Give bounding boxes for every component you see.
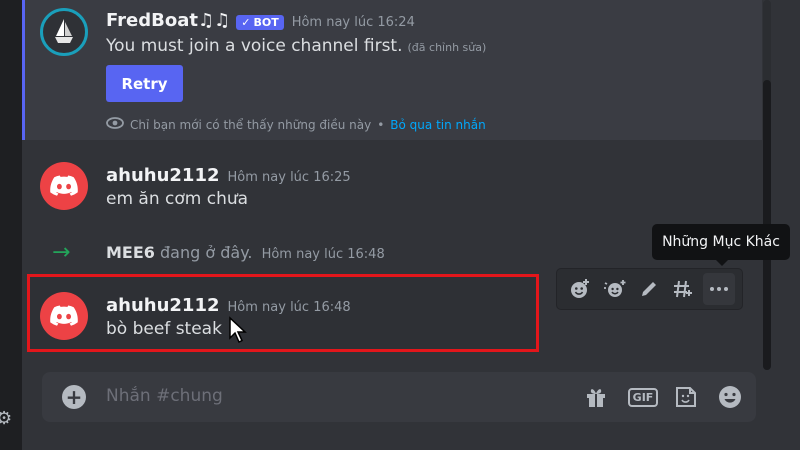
emoji-icon[interactable] <box>716 384 744 410</box>
message-composer[interactable]: + Nhắn #chung GIF <box>42 372 756 422</box>
gif-label: GIF <box>627 387 659 407</box>
message-header: ahuhu2112 Hôm nay lúc 16:48 <box>106 295 351 316</box>
server-sidebar-edge: ⚙ <box>0 0 22 450</box>
username[interactable]: FredBoat♫♫ <box>106 10 230 31</box>
timestamp: Hôm nay lúc 16:25 <box>227 170 351 185</box>
message-content: bò beef steak <box>106 319 222 339</box>
message-content: You must join a voice channel first. (đã… <box>106 36 486 56</box>
bot-avatar[interactable] <box>40 8 88 56</box>
thread-icon[interactable] <box>668 273 700 305</box>
gif-picker-button[interactable]: GIF <box>626 384 660 410</box>
plus-icon[interactable]: + <box>62 385 86 409</box>
gift-icon[interactable] <box>582 384 610 410</box>
bot-badge-label: BOT <box>253 16 279 29</box>
sticker-icon[interactable] <box>672 384 700 410</box>
mouse-cursor-icon <box>229 316 247 344</box>
discord-logo-icon <box>50 175 78 196</box>
super-reaction-icon[interactable] <box>599 273 631 305</box>
username[interactable]: ahuhu2112 <box>106 295 220 316</box>
ephemeral-text: Chỉ bạn mới có thể thấy những điều này <box>130 117 372 132</box>
edited-label: (đã chỉnh sửa) <box>407 41 487 54</box>
timestamp: Hôm nay lúc 16:48 <box>261 247 385 262</box>
user-avatar[interactable] <box>40 292 88 340</box>
edit-icon[interactable] <box>633 273 665 305</box>
user-avatar[interactable] <box>40 162 88 210</box>
separator: • <box>377 117 385 132</box>
dismiss-message-link[interactable]: Bỏ qua tin nhắn <box>390 118 485 132</box>
more-icon[interactable] <box>702 273 735 305</box>
eye-icon <box>106 117 124 132</box>
join-username[interactable]: MEE6 <box>106 243 155 262</box>
retry-button[interactable]: Retry <box>106 65 183 102</box>
tooltip: Những Mục Khác <box>652 224 790 266</box>
bot-badge: ✓ BOT <box>236 15 284 30</box>
username[interactable]: ahuhu2112 <box>106 165 220 186</box>
message-actions-toolbar <box>556 268 743 310</box>
system-join-message: MEE6 đang ở đây. Hôm nay lúc 16:48 <box>106 243 385 262</box>
timestamp: Hôm nay lúc 16:24 <box>291 15 415 30</box>
message-header: FredBoat♫♫ ✓ BOT Hôm nay lúc 16:24 <box>106 10 415 31</box>
gear-icon[interactable]: ⚙ <box>0 408 12 429</box>
join-arrow-icon: → <box>52 240 71 265</box>
ephemeral-notice: Chỉ bạn mới có thể thấy những điều này •… <box>106 117 486 132</box>
message-content: em ăn cơm chưa <box>106 189 248 209</box>
timestamp: Hôm nay lúc 16:48 <box>227 300 351 315</box>
message-text: bò beef steak <box>106 319 222 339</box>
message-header: ahuhu2112 Hôm nay lúc 16:25 <box>106 165 351 186</box>
message-text: em ăn cơm chưa <box>106 189 249 209</box>
message-input[interactable]: Nhắn #chung <box>106 386 223 406</box>
ship-icon <box>55 19 73 43</box>
check-icon: ✓ <box>241 16 251 29</box>
add-reaction-icon[interactable] <box>564 273 596 305</box>
message-text: You must join a voice channel first. <box>106 36 403 56</box>
discord-logo-icon <box>50 305 78 326</box>
join-text: đang ở đây. <box>160 243 253 262</box>
